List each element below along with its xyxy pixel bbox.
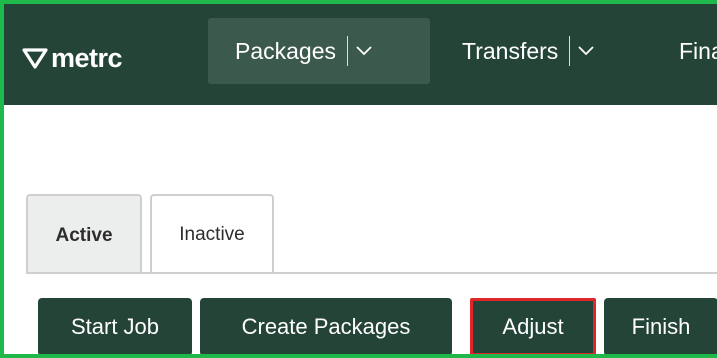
tab-active[interactable]: Active [26,194,142,276]
chevron-down-icon[interactable] [578,46,594,56]
top-navbar: metrc Packages Transfers Fina [4,4,717,105]
nav-item-packages[interactable]: Packages [208,18,430,84]
tab-label-active: Active [55,225,113,246]
metrc-logo-icon [22,48,48,69]
finish-button[interactable]: Finish [604,298,717,354]
screenshot-frame: metrc Packages Transfers Fina Active Ina… [0,0,717,358]
nav-label-financial: Fina [679,37,717,64]
metrc-logo[interactable]: metrc [22,40,123,76]
nav-label-transfers: Transfers [462,37,559,64]
logo-text: metrc [51,42,123,73]
tab-label-inactive: Inactive [179,224,245,245]
start-job-button[interactable]: Start Job [38,298,192,354]
nav-item-transfers[interactable]: Transfers [460,18,640,84]
chevron-down-icon[interactable] [356,46,372,56]
adjust-button[interactable]: Adjust [470,298,596,354]
nav-item-financial[interactable]: Fina [679,18,717,84]
nav-separator [569,36,571,66]
tab-inactive[interactable]: Inactive [150,194,274,274]
nav-separator [347,36,349,66]
create-packages-button[interactable]: Create Packages [200,298,452,354]
nav-label-packages: Packages [235,37,337,64]
